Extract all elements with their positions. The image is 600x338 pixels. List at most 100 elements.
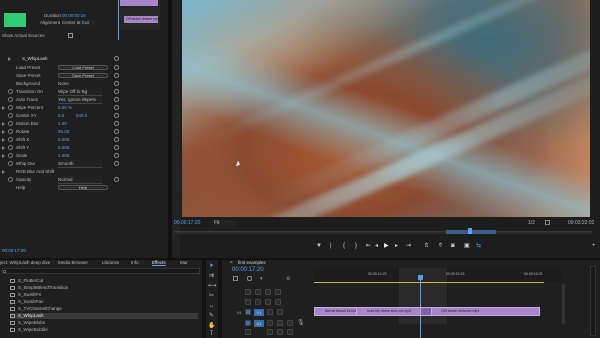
timeline-clip[interactable]: Bernal Beach Drone Spin.mp4 bbox=[314, 307, 362, 316]
extract-icon[interactable]: ⇮ bbox=[438, 243, 443, 249]
eye-icon[interactable] bbox=[277, 309, 283, 315]
program-playhead[interactable] bbox=[468, 228, 472, 234]
reset-icon[interactable] bbox=[114, 81, 119, 86]
effect-header-row[interactable]: S_WhipLash bbox=[0, 55, 168, 62]
wipe-percent-value[interactable]: 0.00 % bbox=[58, 104, 72, 111]
reset-icon[interactable] bbox=[114, 153, 119, 158]
center-y-value[interactable]: 540.0 bbox=[76, 112, 87, 119]
tab-libraries[interactable]: Libraries bbox=[102, 260, 119, 265]
stopwatch-icon[interactable] bbox=[8, 89, 13, 94]
load-preset-button[interactable]: Load Preset bbox=[58, 65, 108, 70]
track-target-icon[interactable] bbox=[255, 289, 261, 295]
timeline-vertical-scrollbar[interactable] bbox=[562, 284, 565, 324]
step-back-icon[interactable]: ◂ bbox=[375, 243, 378, 249]
mini-clip-a[interactable]: ... bbox=[120, 0, 158, 6]
tab-effects[interactable]: Effects bbox=[152, 260, 166, 266]
track-sync-icon[interactable] bbox=[265, 289, 271, 295]
background-select[interactable]: None bbox=[58, 80, 69, 87]
motion-blur-value[interactable]: 1.00 bbox=[58, 120, 67, 127]
reset-icon[interactable] bbox=[114, 56, 119, 61]
snap-icon[interactable] bbox=[233, 276, 238, 281]
track-lock-icon[interactable] bbox=[245, 329, 251, 335]
program-scrubber[interactable] bbox=[174, 231, 592, 234]
slip-tool-icon[interactable]: ↔ bbox=[208, 303, 215, 310]
stopwatch-icon[interactable] bbox=[8, 113, 13, 118]
show-actual-sources-checkbox[interactable] bbox=[68, 33, 73, 38]
tab-markers[interactable]: Mar bbox=[180, 260, 188, 265]
shift-y-value[interactable]: 0.000 bbox=[58, 144, 69, 151]
solo-icon[interactable] bbox=[287, 329, 293, 335]
track-lock-icon[interactable] bbox=[245, 309, 251, 315]
track-name-v1[interactable]: V1 bbox=[254, 309, 264, 316]
track-sync-icon[interactable] bbox=[267, 329, 273, 335]
track-lock-icon[interactable] bbox=[245, 289, 251, 295]
linked-selection-icon[interactable] bbox=[247, 276, 252, 281]
transition-on-select[interactable]: Wipe Off to Bg bbox=[58, 88, 102, 96]
list-item-selected[interactable]: S_WhipLash bbox=[18, 313, 44, 318]
selection-tool-icon[interactable]: ➤ bbox=[208, 263, 215, 270]
mark-in-icon[interactable]: ▼ bbox=[316, 243, 322, 249]
rotate-value[interactable]: 90.00 bbox=[58, 128, 69, 135]
track-select-tool-icon[interactable]: ⇉ bbox=[208, 273, 215, 280]
pen-tool-icon[interactable]: ✎ bbox=[208, 313, 215, 320]
duration-value[interactable]: 00:00:00:16 bbox=[62, 13, 86, 18]
effects-search-input[interactable]: Ω bbox=[2, 268, 200, 274]
reset-icon[interactable] bbox=[114, 121, 119, 126]
timeline-clip[interactable]: Cliff beach distance.mp4 bbox=[430, 307, 540, 316]
ripple-edit-tool-icon[interactable]: ⟷ bbox=[208, 283, 217, 290]
stopwatch-icon[interactable] bbox=[8, 129, 13, 134]
lift-icon[interactable]: ⇯ bbox=[424, 243, 429, 249]
reset-icon[interactable] bbox=[114, 97, 119, 102]
mini-clip-b[interactable]: Off beach dslsee mp4 bbox=[124, 16, 158, 23]
expand-triangle-icon[interactable] bbox=[2, 170, 5, 174]
opacity-select[interactable]: Normal bbox=[58, 176, 102, 184]
whip-out-select[interactable]: Smooth bbox=[58, 160, 102, 168]
expand-triangle-icon[interactable] bbox=[2, 130, 5, 134]
stopwatch-icon[interactable] bbox=[8, 97, 13, 102]
source-patch-v1[interactable]: V1 bbox=[237, 310, 242, 315]
proxy-toggle-icon[interactable]: ⇆ bbox=[476, 243, 481, 249]
resolution-select[interactable]: 1/2 bbox=[528, 220, 535, 226]
stopwatch-icon[interactable] bbox=[8, 177, 13, 182]
stopwatch-icon[interactable] bbox=[8, 137, 13, 142]
track-target-icon[interactable] bbox=[255, 299, 261, 305]
mark-clip-in-icon[interactable]: { bbox=[343, 243, 345, 249]
add-button-icon[interactable]: + bbox=[592, 243, 596, 249]
track-lock-icon[interactable] bbox=[245, 299, 251, 305]
expand-triangle-icon[interactable] bbox=[2, 154, 5, 158]
program-timecode[interactable]: 00:00:17:20 bbox=[174, 220, 200, 226]
save-preset-button[interactable]: Save Preset bbox=[58, 73, 108, 78]
stopwatch-icon[interactable] bbox=[8, 161, 13, 166]
type-tool-icon[interactable]: T bbox=[208, 331, 215, 338]
auto-trans-select[interactable]: Yes: Ignore Wipe% bbox=[58, 96, 102, 104]
track-name-a1[interactable]: A1 bbox=[254, 320, 264, 327]
mute-icon[interactable] bbox=[277, 320, 283, 326]
expand-triangle-icon[interactable] bbox=[2, 138, 5, 142]
reset-icon[interactable] bbox=[114, 137, 119, 142]
track-sync-icon[interactable] bbox=[265, 299, 271, 305]
comparison-view-icon[interactable]: ▣ bbox=[464, 243, 470, 249]
program-monitor-video[interactable] bbox=[182, 0, 590, 217]
expand-triangle-icon[interactable] bbox=[8, 57, 11, 61]
marker-icon[interactable]: ▾ bbox=[260, 276, 263, 282]
go-to-in-icon[interactable]: ⇤ bbox=[366, 243, 371, 249]
track-sync-icon[interactable] bbox=[267, 309, 273, 315]
solo-icon[interactable] bbox=[287, 320, 293, 326]
export-frame-icon[interactable]: ◙ bbox=[451, 243, 455, 249]
expand-triangle-icon[interactable] bbox=[2, 122, 5, 126]
go-to-out-icon[interactable]: ⇥ bbox=[406, 243, 411, 249]
track-lock-icon[interactable] bbox=[245, 320, 251, 326]
mark-clip-out-icon[interactable]: } bbox=[355, 243, 357, 249]
reset-icon[interactable] bbox=[114, 113, 119, 118]
stopwatch-icon[interactable] bbox=[8, 145, 13, 150]
play-icon[interactable]: ▶ bbox=[384, 243, 389, 249]
list-item[interactable]: S_WipeBubble bbox=[18, 327, 48, 332]
list-item[interactable]: S_SwishFX bbox=[18, 292, 41, 297]
tab-media-browser[interactable]: Media Browser bbox=[58, 260, 88, 265]
list-item[interactable]: S_WipeBlobs bbox=[18, 320, 45, 325]
reset-icon[interactable] bbox=[114, 177, 119, 182]
alignment-select[interactable]: Center at Cut bbox=[62, 20, 96, 25]
close-tab-icon[interactable]: × bbox=[230, 260, 236, 266]
settings-wrench-icon[interactable] bbox=[545, 220, 550, 225]
mini-playhead[interactable] bbox=[118, 0, 119, 40]
